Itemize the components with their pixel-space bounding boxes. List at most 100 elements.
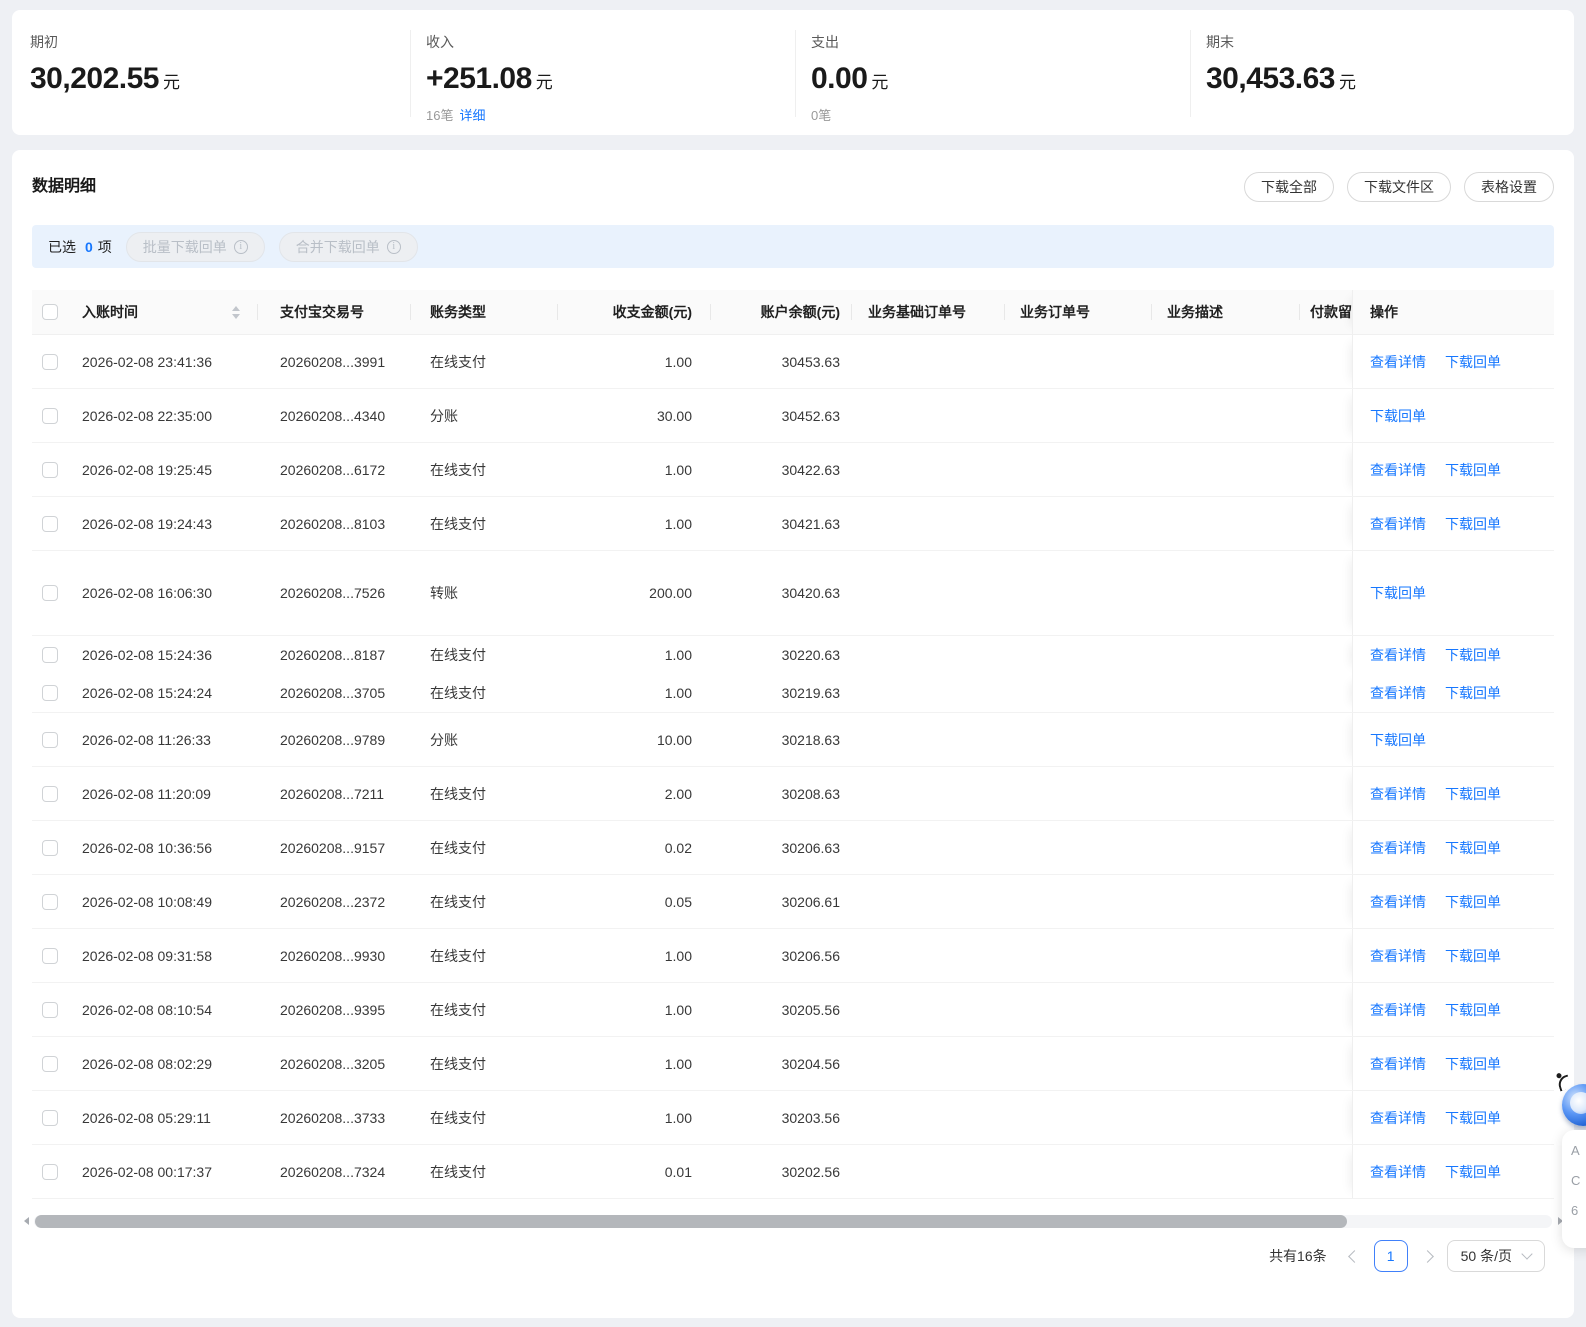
table-row: 2026-02-08 05:29:11 20260208...3733 在线支付 1.… [32, 1091, 1554, 1145]
batch-download-receipts-button[interactable]: 批量下载回单 i [125, 231, 265, 262]
cell-account-type: 在线支付 [430, 515, 486, 532]
cell-amount: 0.05 [664, 893, 692, 910]
scroll-left-arrow[interactable] [20, 1217, 32, 1225]
view-details-link[interactable]: 查看详情 [1370, 683, 1426, 703]
row-checkbox-cell [32, 839, 82, 856]
download-receipt-link[interactable]: 下载回单 [1445, 1162, 1501, 1182]
view-details-link[interactable]: 查看详情 [1370, 892, 1426, 912]
row-checkbox[interactable] [42, 1163, 58, 1180]
page-size-select[interactable]: 50 条/页 [1446, 1240, 1545, 1272]
sort-toggle[interactable] [232, 305, 240, 319]
row-checkbox[interactable] [42, 515, 58, 532]
download-receipt-link[interactable]: 下载回单 [1445, 946, 1501, 966]
row-checkbox-cell [32, 893, 82, 910]
cell-entry-time: 2026-02-08 22:35:00 [82, 407, 212, 424]
next-page-button[interactable] [1420, 1249, 1434, 1263]
download-receipt-link[interactable]: 下载回单 [1445, 1108, 1501, 1128]
income-details-link[interactable]: 详细 [459, 108, 485, 123]
cell-balance: 30208.63 [781, 785, 840, 802]
cell-account-type: 在线支付 [430, 685, 486, 701]
table-row: 2026-02-08 19:24:43 20260208...8103 在线支付 1.… [32, 497, 1554, 551]
view-details-link[interactable]: 查看详情 [1370, 784, 1426, 804]
cell-balance: 30422.63 [781, 461, 840, 478]
view-details-link[interactable]: 查看详情 [1370, 352, 1426, 372]
select-all-checkbox[interactable] [42, 304, 58, 320]
row-checkbox[interactable] [42, 685, 58, 701]
row-checkbox[interactable] [42, 947, 58, 964]
view-details-link[interactable]: 查看详情 [1370, 946, 1426, 966]
cell-balance: 30420.63 [781, 585, 840, 601]
view-details-link[interactable]: 查看详情 [1370, 1162, 1426, 1182]
row-checkbox-cell [32, 407, 82, 424]
table-row: 2026-02-08 15:24:36 20260208...8187 在线支付 1.… [32, 636, 1554, 674]
download-receipt-link[interactable]: 下载回单 [1370, 730, 1426, 750]
cell-balance: 30205.56 [781, 1001, 840, 1018]
download-receipt-link[interactable]: 下载回单 [1370, 406, 1426, 426]
download-all-button[interactable]: 下载全部 [1244, 172, 1334, 202]
assistant-panel-glyph: 6 [1571, 1203, 1579, 1218]
download-receipt-link[interactable]: 下载回单 [1445, 352, 1501, 372]
download-receipt-link[interactable]: 下载回单 [1370, 583, 1426, 603]
download-receipt-link[interactable]: 下载回单 [1445, 683, 1501, 703]
download-file-area-button[interactable]: 下载文件区 [1347, 172, 1451, 202]
summary-value: 30,202.55 [30, 62, 159, 95]
cell-balance: 30220.63 [781, 647, 840, 663]
cell-entry-time: 2026-02-08 23:41:36 [82, 353, 212, 370]
row-checkbox[interactable] [42, 731, 58, 748]
scrollbar-thumb[interactable] [35, 1214, 1347, 1228]
cell-transaction-id: 20260208...9395 [280, 1001, 386, 1018]
row-checkbox-cell [32, 731, 82, 748]
row-checkbox[interactable] [42, 1109, 58, 1126]
row-checkbox[interactable] [42, 407, 58, 424]
cell-account-type: 在线支付 [430, 785, 486, 802]
summary-count: 0笔 [811, 108, 832, 123]
row-checkbox[interactable] [42, 461, 58, 478]
row-checkbox[interactable] [42, 1001, 58, 1018]
download-receipt-link[interactable]: 下载回单 [1445, 784, 1501, 804]
view-details-link[interactable]: 查看详情 [1370, 1108, 1426, 1128]
col-description: 业务描述 [1152, 302, 1300, 322]
assistant-panel[interactable]: A C 6 [1562, 1130, 1586, 1248]
view-details-link[interactable]: 查看详情 [1370, 1054, 1426, 1074]
assistant-mascot-icon[interactable] [1555, 1072, 1586, 1126]
cell-balance: 30206.61 [781, 893, 840, 910]
prev-page-button[interactable] [1347, 1249, 1361, 1263]
row-checkbox[interactable] [42, 893, 58, 910]
table-settings-button[interactable]: 表格设置 [1464, 172, 1554, 202]
row-checkbox-cell [32, 1001, 82, 1018]
download-receipt-link[interactable]: 下载回单 [1445, 514, 1501, 534]
sort-desc-icon [232, 313, 240, 319]
merge-download-receipts-button[interactable]: 合并下载回单 i [278, 231, 418, 262]
scrollbar-track[interactable] [34, 1214, 1552, 1228]
summary-closing-balance: 期末 30,453.63 元 [1190, 30, 1574, 117]
download-receipt-link[interactable]: 下载回单 [1445, 892, 1501, 912]
download-receipt-link[interactable]: 下载回单 [1445, 1054, 1501, 1074]
row-checkbox[interactable] [42, 353, 58, 370]
cell-transaction-id: 20260208...3205 [280, 1055, 386, 1072]
view-details-link[interactable]: 查看详情 [1370, 514, 1426, 534]
row-checkbox[interactable] [42, 785, 58, 802]
page-number-button[interactable]: 1 [1373, 1240, 1408, 1272]
table-row: 2026-02-08 09:31:58 20260208...9930 在线支付 1.… [32, 929, 1554, 983]
page: 期初 30,202.55 元 收入 +251.08 元 16笔 详细 支出 0.0… [0, 0, 1586, 1327]
cell-balance: 30219.63 [781, 685, 840, 701]
summary-expense: 支出 0.00 元 0笔 [795, 30, 1190, 123]
row-checkbox[interactable] [42, 1055, 58, 1072]
cell-account-type: 在线支付 [430, 839, 486, 856]
view-details-link[interactable]: 查看详情 [1370, 645, 1426, 665]
row-checkbox[interactable] [42, 585, 58, 601]
table-row: 2026-02-08 11:20:09 20260208...7211 在线支付 2.… [32, 767, 1554, 821]
download-receipt-link[interactable]: 下载回单 [1445, 460, 1501, 480]
cell-actions: 下载回单 [1352, 389, 1554, 442]
row-checkbox[interactable] [42, 647, 58, 663]
download-receipt-link[interactable]: 下载回单 [1445, 838, 1501, 858]
download-receipt-link[interactable]: 下载回单 [1445, 645, 1501, 665]
col-amount: 收支金额(元) [558, 302, 711, 322]
view-details-link[interactable]: 查看详情 [1370, 460, 1426, 480]
row-checkbox[interactable] [42, 839, 58, 856]
cell-amount: 1.00 [664, 1109, 692, 1126]
view-details-link[interactable]: 查看详情 [1370, 838, 1426, 858]
download-receipt-link[interactable]: 下载回单 [1445, 1000, 1501, 1020]
cell-entry-time: 2026-02-08 16:06:30 [82, 585, 212, 601]
view-details-link[interactable]: 查看详情 [1370, 1000, 1426, 1020]
